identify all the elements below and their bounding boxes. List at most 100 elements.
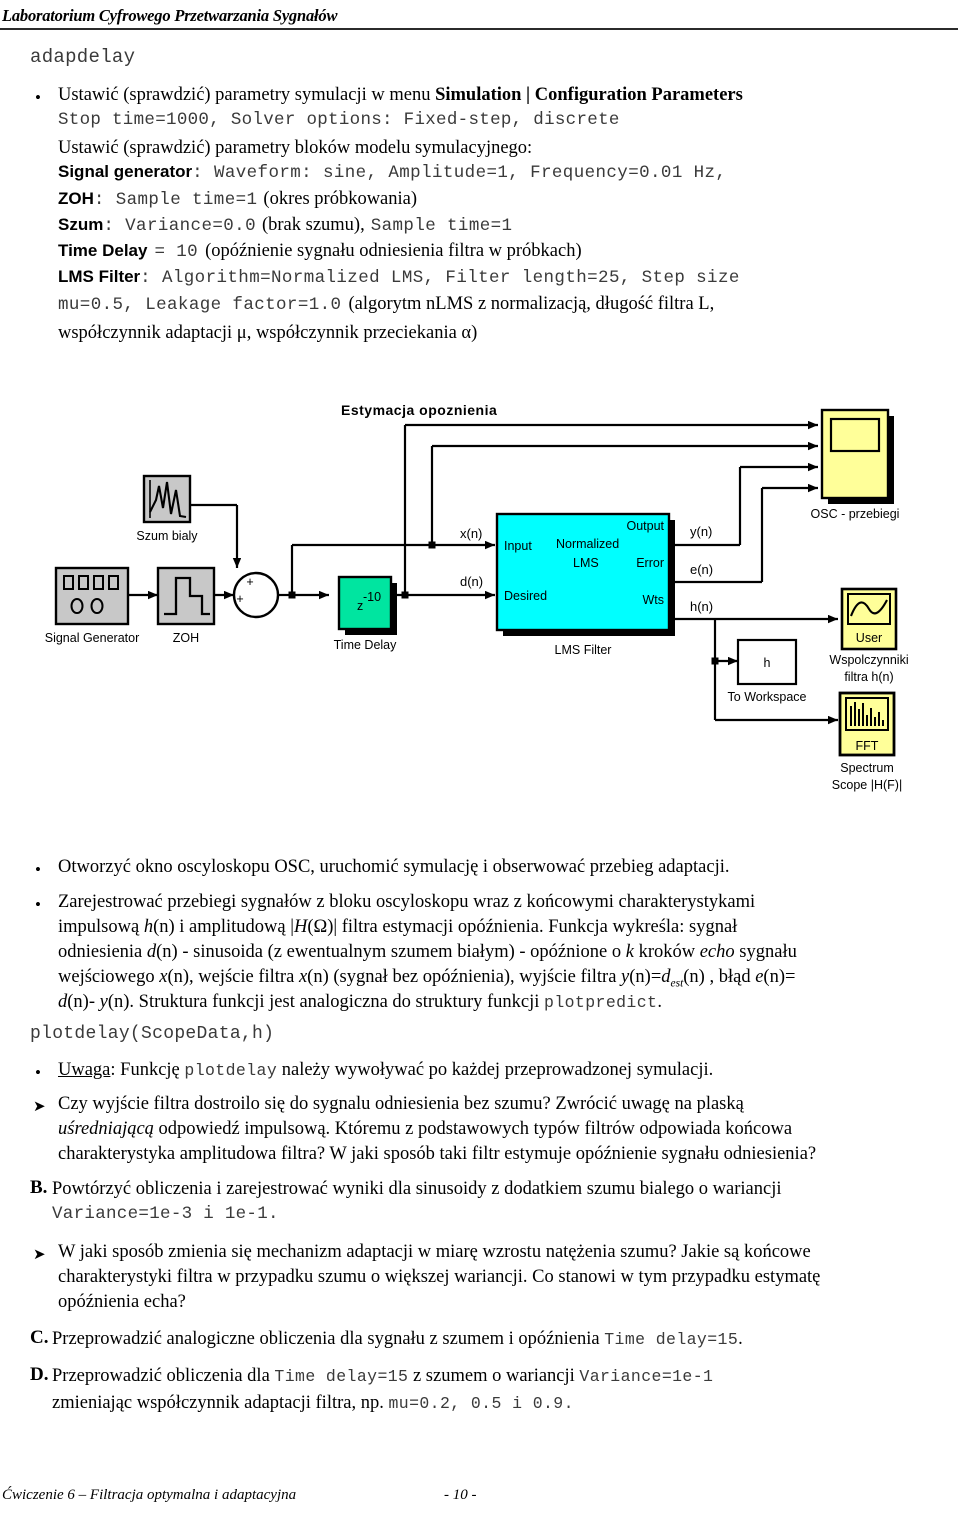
- block-osc-scope[interactable]: [820, 408, 894, 504]
- page-header: Laboratorium Cyfrowego Przetwarzania Syg…: [0, 6, 960, 30]
- zoh-label: ZOH: [58, 189, 94, 208]
- szum-value: : Variance=0.0: [103, 216, 256, 236]
- block-sum[interactable]: + +: [232, 571, 280, 619]
- lms-port-wts: Wts: [642, 593, 664, 607]
- timedelay-value: = 10: [154, 242, 199, 262]
- lms-port-desired: Desired: [504, 589, 547, 603]
- junction-dn: [401, 591, 409, 599]
- zoh-params-row: ZOH: Sample time=1 (okres próbkowania): [58, 189, 417, 210]
- lms-port-error: Error: [636, 556, 664, 570]
- label-spectrum-line2: Scope |H(F)|: [832, 778, 902, 792]
- lms-port-input: Input: [504, 539, 532, 553]
- b3-line2: impulsową h(n) i amplitudową |H(Ω)| filt…: [58, 915, 943, 940]
- sum-plus-top: +: [246, 575, 253, 589]
- timedelay-params-row: Time Delay = 10 (opóźnienie sygnału odnies…: [58, 241, 582, 262]
- b3-l5-b: (n)-: [67, 992, 100, 1012]
- user-scope-label: User: [856, 631, 882, 645]
- block-user-scope[interactable]: User: [840, 587, 898, 651]
- question-1-line3: charakterystyka amplitudowa filtra? W ja…: [58, 1144, 817, 1164]
- lms-params-row: LMS Filter: Algorithm=Normalized LMS, Fi…: [58, 267, 740, 288]
- uwaga-label: Uwaga: [58, 1060, 111, 1080]
- b3-l2-H: H: [293, 917, 308, 937]
- footer-page-number: - 10 -: [444, 1487, 477, 1503]
- signal-label-yn: y(n): [690, 524, 712, 539]
- label-signal-generator: Signal Generator: [45, 631, 140, 645]
- secd-l1-b: z szumem o wariancji: [408, 1366, 580, 1386]
- b3-l3-echo: echo: [699, 942, 735, 962]
- signal-label-en: e(n): [690, 562, 713, 577]
- bullet-open-scope-text: Otworzyć okno oscyloskopu OSC, uruchomić…: [58, 857, 730, 877]
- b3-l5-d: .: [657, 992, 662, 1012]
- b3-l4-x2: x: [298, 967, 308, 987]
- secd-l1-code2: Variance=1e-1: [579, 1367, 714, 1386]
- label-to-workspace: To Workspace: [728, 690, 807, 704]
- label-szum-bialy: Szum bialy: [136, 529, 198, 543]
- section-c-marker: C.: [30, 1327, 49, 1348]
- bullet-open-scope: Otworzyć okno oscyloskopu OSC, uruchomić…: [58, 855, 938, 880]
- block-lms-filter[interactable]: Input Desired Normalized LMS Output Erro…: [495, 512, 675, 636]
- junction-sum-out: [288, 591, 296, 599]
- zoh-note: (okres próbkowania): [263, 189, 418, 209]
- document-page: Laboratorium Cyfrowego Przetwarzania Syg…: [0, 0, 960, 1523]
- secc-a: Przeprowadzić analogiczne obliczenia dla…: [52, 1329, 605, 1349]
- lms-value2: mu=0.5, Leakage factor=1.0: [58, 295, 342, 315]
- uwaga-code: plotdelay: [184, 1061, 278, 1080]
- uwaga-b: należy wywoływać po każdej przeprowadzon…: [277, 1060, 714, 1080]
- footer-course-title: Ćwiczenie 6 – Filtracja optymalna i adap…: [2, 1487, 297, 1503]
- block-zoh[interactable]: [156, 566, 216, 626]
- b3-line3: odniesienia d(n) - sinusoida (z ewentual…: [58, 940, 943, 965]
- lms-params-row2: mu=0.5, Leakage factor=1.0 (algorytm nLMS…: [58, 294, 714, 315]
- block-signal-generator[interactable]: [54, 566, 130, 626]
- siggen-value: : Waveform: sine, Amplitude=1, Frequency…: [192, 163, 727, 183]
- secc-b: .: [738, 1329, 743, 1349]
- sum-plus-left: +: [236, 592, 243, 606]
- b3-l4-d: (n)=: [629, 967, 662, 987]
- q1-l2-a: odpowiedź impulsową. Któremu z podstawow…: [153, 1119, 793, 1139]
- plotdelay-call: plotdelay(ScopeData,h): [30, 1024, 275, 1044]
- q2-l1: W jaki sposób zmienia się mechanizm adap…: [58, 1242, 811, 1262]
- lms-value: : Algorithm=Normalized LMS, Filter lengt…: [140, 268, 740, 288]
- timedelay-note: (opóźnienie sygnału odniesienia filtra w…: [205, 241, 582, 261]
- b3-l3-a: odniesienia: [58, 942, 147, 962]
- b3-l2-c: (Ω)| filtra estymacji opóźnienia. Funkcj…: [307, 917, 738, 937]
- b3-l4-sub: est: [670, 977, 684, 990]
- q1-l1: Czy wyjście filtra dostroilo się do sygn…: [58, 1094, 744, 1114]
- b3-l2-a: impulsową: [58, 917, 144, 937]
- section-d-marker: D.: [30, 1364, 49, 1385]
- block-time-delay[interactable]: z -10: [337, 575, 397, 635]
- label-spectrum-line1: Spectrum: [840, 761, 894, 775]
- block-spectrum-scope[interactable]: FFT: [838, 691, 896, 757]
- uwaga-a: : Funkcję: [110, 1060, 185, 1080]
- question-2-line1: W jaki sposób zmienia się mechanizm adap…: [58, 1240, 958, 1265]
- label-zoh: ZOH: [173, 631, 199, 645]
- junction-hn: [711, 657, 719, 665]
- wire-group: [128, 420, 838, 725]
- section-b-line2: Variance=1e-3 i 1e-1.: [52, 1204, 279, 1224]
- label-lms-filter: LMS Filter: [555, 643, 612, 657]
- label-user-scope-line2: filtra h(n): [844, 670, 893, 684]
- setup-bullet: Ustawić (sprawdzić) parametry symulacji …: [58, 83, 938, 108]
- time-delay-exponent: -10: [363, 590, 381, 604]
- szum-note: (brak szumu),: [261, 215, 365, 235]
- b3-l3-d2: sygnału: [734, 942, 797, 962]
- lms-note2: współczynnik adaptacji μ, współczynnik p…: [58, 323, 478, 343]
- setup-stop-time: Stop time=1000, Solver options: Fixed-st…: [58, 110, 620, 130]
- secd-l1-a: Przeprowadzić obliczenia dla: [52, 1366, 275, 1386]
- b3-l4-b: (n), wejście filtra: [167, 967, 299, 987]
- siggen-params-row: Signal generator: Waveform: sine, Amplit…: [58, 162, 726, 183]
- b3-l3-d: d: [146, 942, 157, 962]
- section-b-line1: Powtórzyć obliczenia i zarejestrować wyn…: [52, 1179, 782, 1199]
- lms-port-output: Output: [626, 519, 664, 533]
- section-d-line2: zmieniając współczynnik adaptacji filtra…: [52, 1391, 952, 1416]
- signal-label-hn: h(n): [690, 599, 713, 614]
- lms-core-line1: Normalized: [556, 537, 619, 551]
- block-szum-bialy[interactable]: [142, 474, 192, 524]
- bullet-uwaga: Uwaga: Funkcję plotdelay należy wywoływa…: [58, 1058, 948, 1083]
- signal-label-dn: d(n): [460, 574, 483, 589]
- secd-l1-code1: Time delay=15: [274, 1367, 409, 1386]
- diagram-title: Estymacja opoznienia: [341, 402, 497, 418]
- block-to-workspace[interactable]: h: [736, 638, 798, 686]
- b3-l4-dest: d: [661, 967, 671, 987]
- signal-label-xn: x(n): [460, 526, 482, 541]
- label-user-scope-line1: Wspolczynniki: [829, 653, 908, 667]
